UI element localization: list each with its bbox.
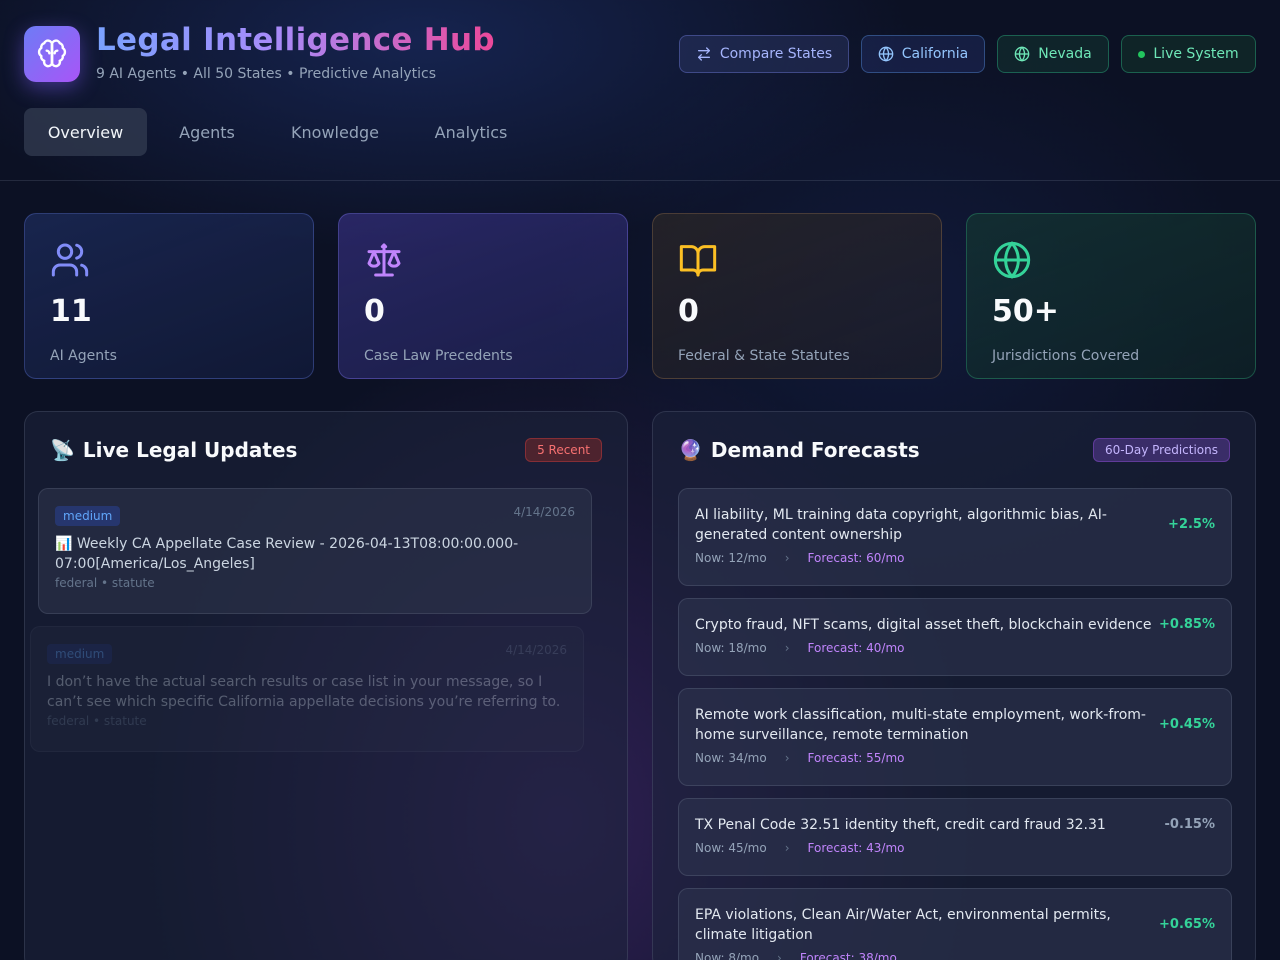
predictions-badge: 60-Day Predictions [1093,438,1230,462]
demand-forecasts-title: 🔮 Demand Forecasts [678,438,920,462]
forecast-topic: Remote work classification, multi-state … [695,707,1146,743]
forecast-item[interactable]: TX Penal Code 32.51 identity theft, cred… [678,798,1232,876]
stat-card-ai-agents: 11 AI Agents [24,213,314,379]
forecast-topic: Crypto fraud, NFT scams, digital asset t… [695,617,1152,633]
recent-count-badge: 5 Recent [525,438,602,462]
app-subtitle: 9 AI Agents • All 50 States • Predictive… [96,66,437,82]
stat-value: 50+ [992,294,1059,329]
stat-value: 11 [50,294,92,329]
nevada-label: Nevada [1038,46,1092,62]
forecast-item[interactable]: AI liability, ML training data copyright… [678,488,1232,586]
forecast-item[interactable]: EPA violations, Clean Air/Water Act, env… [678,888,1232,960]
book-icon [679,245,717,277]
live-updates-heading: Live Legal Updates [82,438,298,462]
forecast-change: +2.5% [1168,517,1215,532]
forecast-value: Forecast: 40/mo [807,641,905,655]
chevron-right-icon: › [777,951,782,960]
forecast-topic: TX Penal Code 32.51 identity theft, cred… [695,817,1106,833]
live-system-label: Live System [1153,46,1239,62]
crystal-ball-icon: 🔮 [678,438,703,462]
stat-label: Jurisdictions Covered [992,348,1140,364]
stat-label: AI Agents [50,348,117,364]
forecast-row: Now: 45/mo › Forecast: 43/mo [695,841,1215,855]
forecast-value: Forecast: 60/mo [807,551,905,565]
california-button[interactable]: California [861,35,985,73]
live-updates-title: 📡 Live Legal Updates [50,438,297,462]
compare-states-label: Compare States [719,46,833,62]
forecast-change: -0.15% [1164,817,1216,832]
forecast-item[interactable]: Crypto fraud, NFT scams, digital asset t… [678,598,1232,676]
stat-value: 0 [678,294,699,329]
update-text: 📊 Weekly CA Appellate Case Review - 2026… [55,536,519,572]
forecast-change: +0.45% [1159,717,1215,732]
forecast-row: Now: 34/mo › Forecast: 55/mo [695,751,1215,765]
chevron-right-icon: › [784,751,790,765]
forecast-value: Forecast: 38/mo [799,951,897,960]
update-item[interactable]: medium 4/14/2026 📊 Weekly CA Appellate C… [38,488,592,614]
forecast-now: Now: 18/mo [695,641,767,655]
brain-logo-icon [24,26,80,82]
tab-knowledge[interactable]: Knowledge [267,108,403,156]
forecast-now: Now: 45/mo [695,841,767,855]
stat-value: 0 [364,294,385,329]
globe-icon [878,46,894,62]
forecast-item[interactable]: Remote work classification, multi-state … [678,688,1232,786]
update-item[interactable]: medium 4/14/2026 I don’t have the actual… [30,626,584,752]
forecast-topic: EPA violations, Clean Air/Water Act, env… [695,907,1111,943]
app-title: Legal Intelligence Hub [96,22,495,58]
severity-badge: medium [55,506,121,526]
scales-icon [367,243,401,277]
forecast-row: Now: 8/mo › Forecast: 38/mo [695,951,1215,960]
globe-icon [993,241,1031,279]
forecast-row: Now: 18/mo › Forecast: 40/mo [695,641,1215,655]
forecast-now: Now: 34/mo [695,751,767,765]
forecast-change: +0.85% [1159,617,1215,632]
app-header: Legal Intelligence Hub 9 AI Agents • All… [0,0,1280,181]
live-updates-panel: 📡 Live Legal Updates 5 Recent medium 4/1… [24,411,628,960]
forecast-now: Now: 8/mo [695,951,760,960]
stat-card-statutes: 0 Federal & State Statutes [652,213,942,379]
severity-badge: medium [47,644,113,664]
stat-label: Case Law Precedents [364,348,513,364]
tab-agents[interactable]: Agents [157,108,257,156]
forecast-value: Forecast: 43/mo [807,841,905,855]
stat-card-jurisdictions: 50+ Jurisdictions Covered [966,213,1256,379]
live-system-button[interactable]: Live System [1121,35,1256,73]
live-status-dot-icon [1138,50,1146,58]
chevron-right-icon: › [784,841,790,855]
update-date: 4/14/2026 [505,643,567,657]
demand-forecasts-heading: Demand Forecasts [710,438,920,462]
forecast-now: Now: 12/mo [695,551,767,565]
california-label: California [901,46,969,62]
update-meta: federal • statute [55,576,155,590]
update-meta: federal • statute [47,714,147,728]
nevada-button[interactable]: Nevada [997,35,1109,73]
stat-card-case-law: 0 Case Law Precedents [338,213,628,379]
stat-label: Federal & State Statutes [678,348,850,364]
demand-forecasts-panel: 🔮 Demand Forecasts 60-Day Predictions AI… [652,411,1256,960]
forecast-change: +0.65% [1159,917,1215,932]
compare-states-button[interactable]: Compare States [679,35,849,73]
globe-icon [1014,46,1030,62]
tab-analytics[interactable]: Analytics [413,108,529,156]
users-icon [51,243,89,277]
chevron-right-icon: › [784,641,790,655]
satellite-dish-icon: 📡 [50,438,75,462]
forecast-value: Forecast: 55/mo [807,751,905,765]
forecast-topic: AI liability, ML training data copyright… [695,507,1107,543]
update-text: I don’t have the actual search results o… [47,674,561,710]
tab-overview[interactable]: Overview [24,108,147,156]
chevron-right-icon: › [784,551,790,565]
update-date: 4/14/2026 [513,505,575,519]
swap-arrows-icon [697,47,710,61]
forecast-row: Now: 12/mo › Forecast: 60/mo [695,551,1215,565]
